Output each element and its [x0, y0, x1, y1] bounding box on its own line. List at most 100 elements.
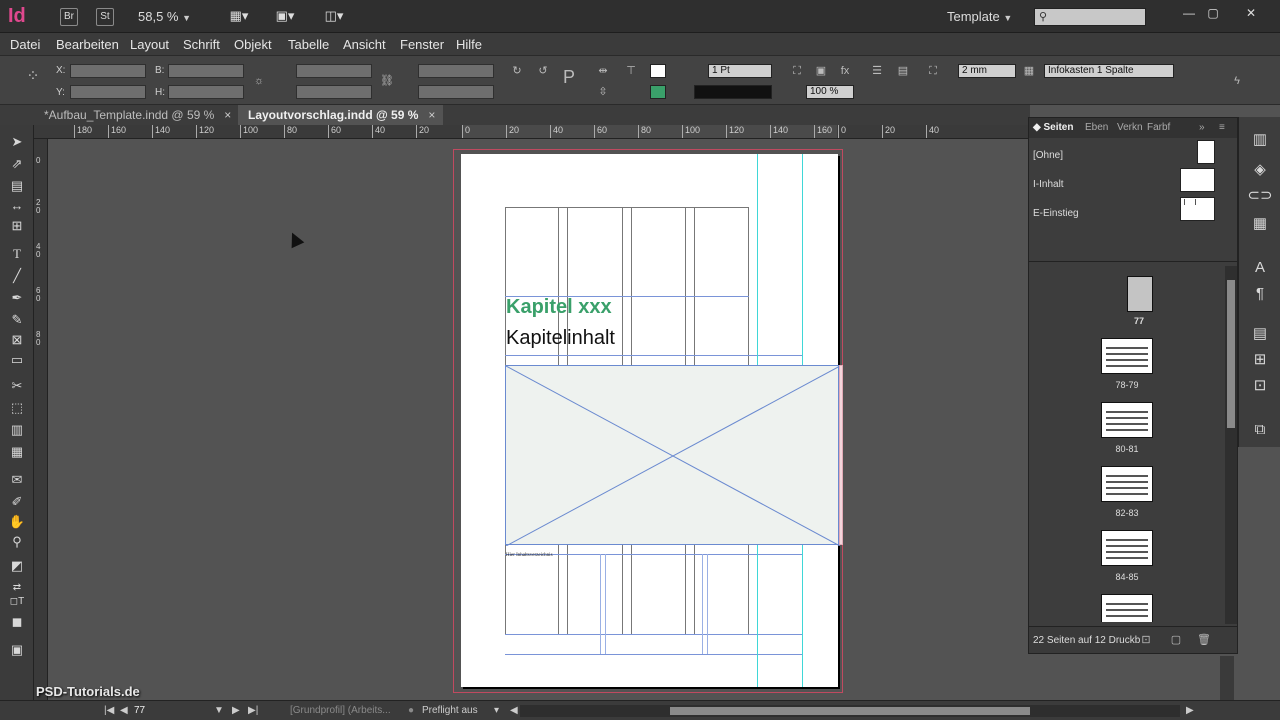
- scale-y-field[interactable]: [296, 85, 372, 99]
- quick-apply-icon[interactable]: ϟ: [1230, 74, 1244, 88]
- menu-ansicht[interactable]: Ansicht: [343, 37, 386, 52]
- width-field[interactable]: [168, 64, 244, 78]
- auto-fit-icon[interactable]: ⛶: [926, 64, 940, 78]
- cell-styles-icon[interactable]: ⊞: [1247, 349, 1273, 371]
- menu-bearbeiten[interactable]: Bearbeiten: [56, 37, 119, 52]
- scale-x-field[interactable]: [296, 64, 372, 78]
- reference-point-icon[interactable]: ⁘: [26, 69, 40, 85]
- pages-scrollbar[interactable]: [1225, 266, 1237, 624]
- tab-layoutvorschlag[interactable]: Layoutvorschlag.indd @ 59 % ×: [238, 105, 444, 125]
- selection-tool-icon[interactable]: ➤: [6, 133, 28, 151]
- flip-horizontal-icon[interactable]: ⇹: [596, 64, 610, 78]
- panel-menu-icon[interactable]: ≡: [1219, 122, 1225, 133]
- spread-thumb-84-85[interactable]: [1101, 530, 1153, 566]
- hand-tool-icon[interactable]: ✋: [6, 513, 28, 531]
- tab-aufbau-template[interactable]: *Aufbau_Template.indd @ 59 % ×: [34, 105, 239, 125]
- paragraph-styles-icon[interactable]: ¶: [1247, 283, 1273, 305]
- search-input[interactable]: ⚲: [1034, 8, 1146, 26]
- wrap-bounding-icon[interactable]: ▤: [896, 64, 910, 78]
- tab-seiten[interactable]: ◆ Seiten: [1033, 122, 1073, 133]
- character-styles-icon[interactable]: A: [1247, 257, 1273, 279]
- spread-thumb-78-79[interactable]: [1101, 338, 1153, 374]
- master-i-inhalt-thumb[interactable]: [1180, 168, 1215, 192]
- page-tool-icon[interactable]: ▤: [6, 177, 28, 195]
- menu-layout[interactable]: Layout: [130, 37, 169, 52]
- tab-farbfelder[interactable]: Farbf: [1147, 122, 1170, 133]
- menu-tabelle[interactable]: Tabelle: [288, 37, 329, 52]
- document-page[interactable]: Kapitel xxx Kapitelinhalt Hier Inhaltsve…: [461, 154, 843, 687]
- delete-page-icon[interactable]: 🗑: [1197, 633, 1211, 647]
- line-tool-icon[interactable]: ╱: [6, 267, 28, 285]
- scroll-left-icon[interactable]: ◀: [510, 705, 518, 716]
- preflight-status[interactable]: Preflight aus: [422, 705, 478, 716]
- rectangle-frame-tool-icon[interactable]: ⊠: [6, 331, 28, 349]
- toc-placeholder-text[interactable]: Hier Inhaltsverzeichnis: [506, 553, 553, 558]
- chapter-subheading[interactable]: Kapitelinhalt: [506, 327, 615, 350]
- stroke-type-select[interactable]: [694, 85, 772, 99]
- rotate-cw-icon[interactable]: ↻: [510, 64, 524, 78]
- pages-panel-icon[interactable]: ▥: [1247, 129, 1273, 151]
- master-none-thumb[interactable]: [1197, 140, 1215, 164]
- pencil-tool-icon[interactable]: ✎: [6, 311, 28, 329]
- effects-icon[interactable]: fx: [838, 64, 852, 78]
- menu-datei[interactable]: Datei: [10, 37, 40, 52]
- offset-field[interactable]: 2 mm: [958, 64, 1016, 78]
- pen-tool-icon[interactable]: ✒: [6, 289, 28, 307]
- rotate-field[interactable]: [418, 64, 494, 78]
- panel-expand-icon[interactable]: »: [1199, 122, 1205, 133]
- gradient-feather-tool-icon[interactable]: ▦: [6, 443, 28, 461]
- stroke-weight-field[interactable]: 1 Pt: [708, 64, 772, 78]
- object-style-select[interactable]: Infokasten 1 Spalte: [1044, 64, 1174, 78]
- opacity-field[interactable]: 100 %: [806, 85, 854, 99]
- spread-thumb-82-83[interactable]: [1101, 466, 1153, 502]
- flip-vertical-icon[interactable]: ⇳: [596, 85, 610, 99]
- shear-field[interactable]: [418, 85, 494, 99]
- content-collector-icon[interactable]: ⊞: [6, 217, 28, 235]
- close-tab-icon[interactable]: ×: [428, 108, 435, 122]
- minimize-icon[interactable]: —: [1176, 3, 1202, 23]
- gradient-swatch-tool-icon[interactable]: ▥: [6, 421, 28, 439]
- x-field[interactable]: [70, 64, 146, 78]
- spread-thumb-80-81[interactable]: [1101, 402, 1153, 438]
- preflight-profile[interactable]: [Grundprofil] (Arbeits...: [290, 705, 391, 716]
- menu-objekt[interactable]: Objekt: [234, 37, 272, 52]
- type-tool-icon[interactable]: T: [6, 245, 28, 263]
- object-styles-icon[interactable]: ⊡: [1247, 375, 1273, 397]
- page-menu-icon[interactable]: ▼: [214, 705, 224, 716]
- maximize-icon[interactable]: ▢: [1200, 3, 1226, 23]
- direct-selection-tool-icon[interactable]: ⇗: [6, 155, 28, 173]
- free-transform-tool-icon[interactable]: ⬚: [6, 399, 28, 417]
- menu-fenster[interactable]: Fenster: [400, 37, 444, 52]
- stock-button[interactable]: St: [96, 8, 114, 26]
- table-styles-icon[interactable]: ▤: [1247, 323, 1273, 345]
- chapter-heading[interactable]: Kapitel xxx: [506, 296, 612, 319]
- bridge-button[interactable]: Br: [60, 8, 78, 26]
- rectangle-tool-icon[interactable]: ▭: [6, 351, 28, 369]
- selection-container-icon[interactable]: P: [562, 68, 576, 86]
- scrollbar-thumb[interactable]: [1227, 280, 1235, 428]
- stroke-swatch[interactable]: [650, 85, 666, 99]
- document-canvas[interactable]: Kapitel xxx Kapitelinhalt Hier Inhaltsve…: [48, 139, 1028, 700]
- text-wrap-icon[interactable]: ☰: [870, 64, 884, 78]
- first-page-icon[interactable]: |◀: [104, 705, 114, 716]
- zoom-tool-icon[interactable]: ⚲: [6, 533, 28, 551]
- library-panel-icon[interactable]: ⧉: [1247, 419, 1273, 441]
- zoom-level[interactable]: 58,5 % ▼: [138, 9, 191, 24]
- image-placeholder-frame[interactable]: [505, 365, 840, 546]
- workspace-switcher[interactable]: Template ▼: [947, 9, 1012, 24]
- master-e-einstieg[interactable]: E-Einstieg: [1033, 208, 1079, 219]
- note-tool-icon[interactable]: ✉: [6, 471, 28, 489]
- menu-schrift[interactable]: Schrift: [183, 37, 220, 52]
- fill-swatch[interactable]: [650, 64, 666, 78]
- master-e-einstieg-thumb[interactable]: I I: [1180, 197, 1215, 221]
- menu-hilfe[interactable]: Hilfe: [456, 37, 482, 52]
- page-thumb-77[interactable]: [1127, 276, 1153, 312]
- drop-shadow-icon[interactable]: ▣: [814, 64, 828, 78]
- close-icon[interactable]: ✕: [1238, 3, 1264, 23]
- constrain-icon[interactable]: ☼: [252, 74, 266, 88]
- height-field[interactable]: [168, 85, 244, 99]
- links-panel-icon[interactable]: ⊂⊃: [1247, 185, 1273, 207]
- next-page-icon[interactable]: ▶: [232, 705, 240, 716]
- screen-mode-tool-icon[interactable]: ▣: [6, 641, 28, 659]
- layers-panel-icon[interactable]: ◈: [1247, 159, 1273, 181]
